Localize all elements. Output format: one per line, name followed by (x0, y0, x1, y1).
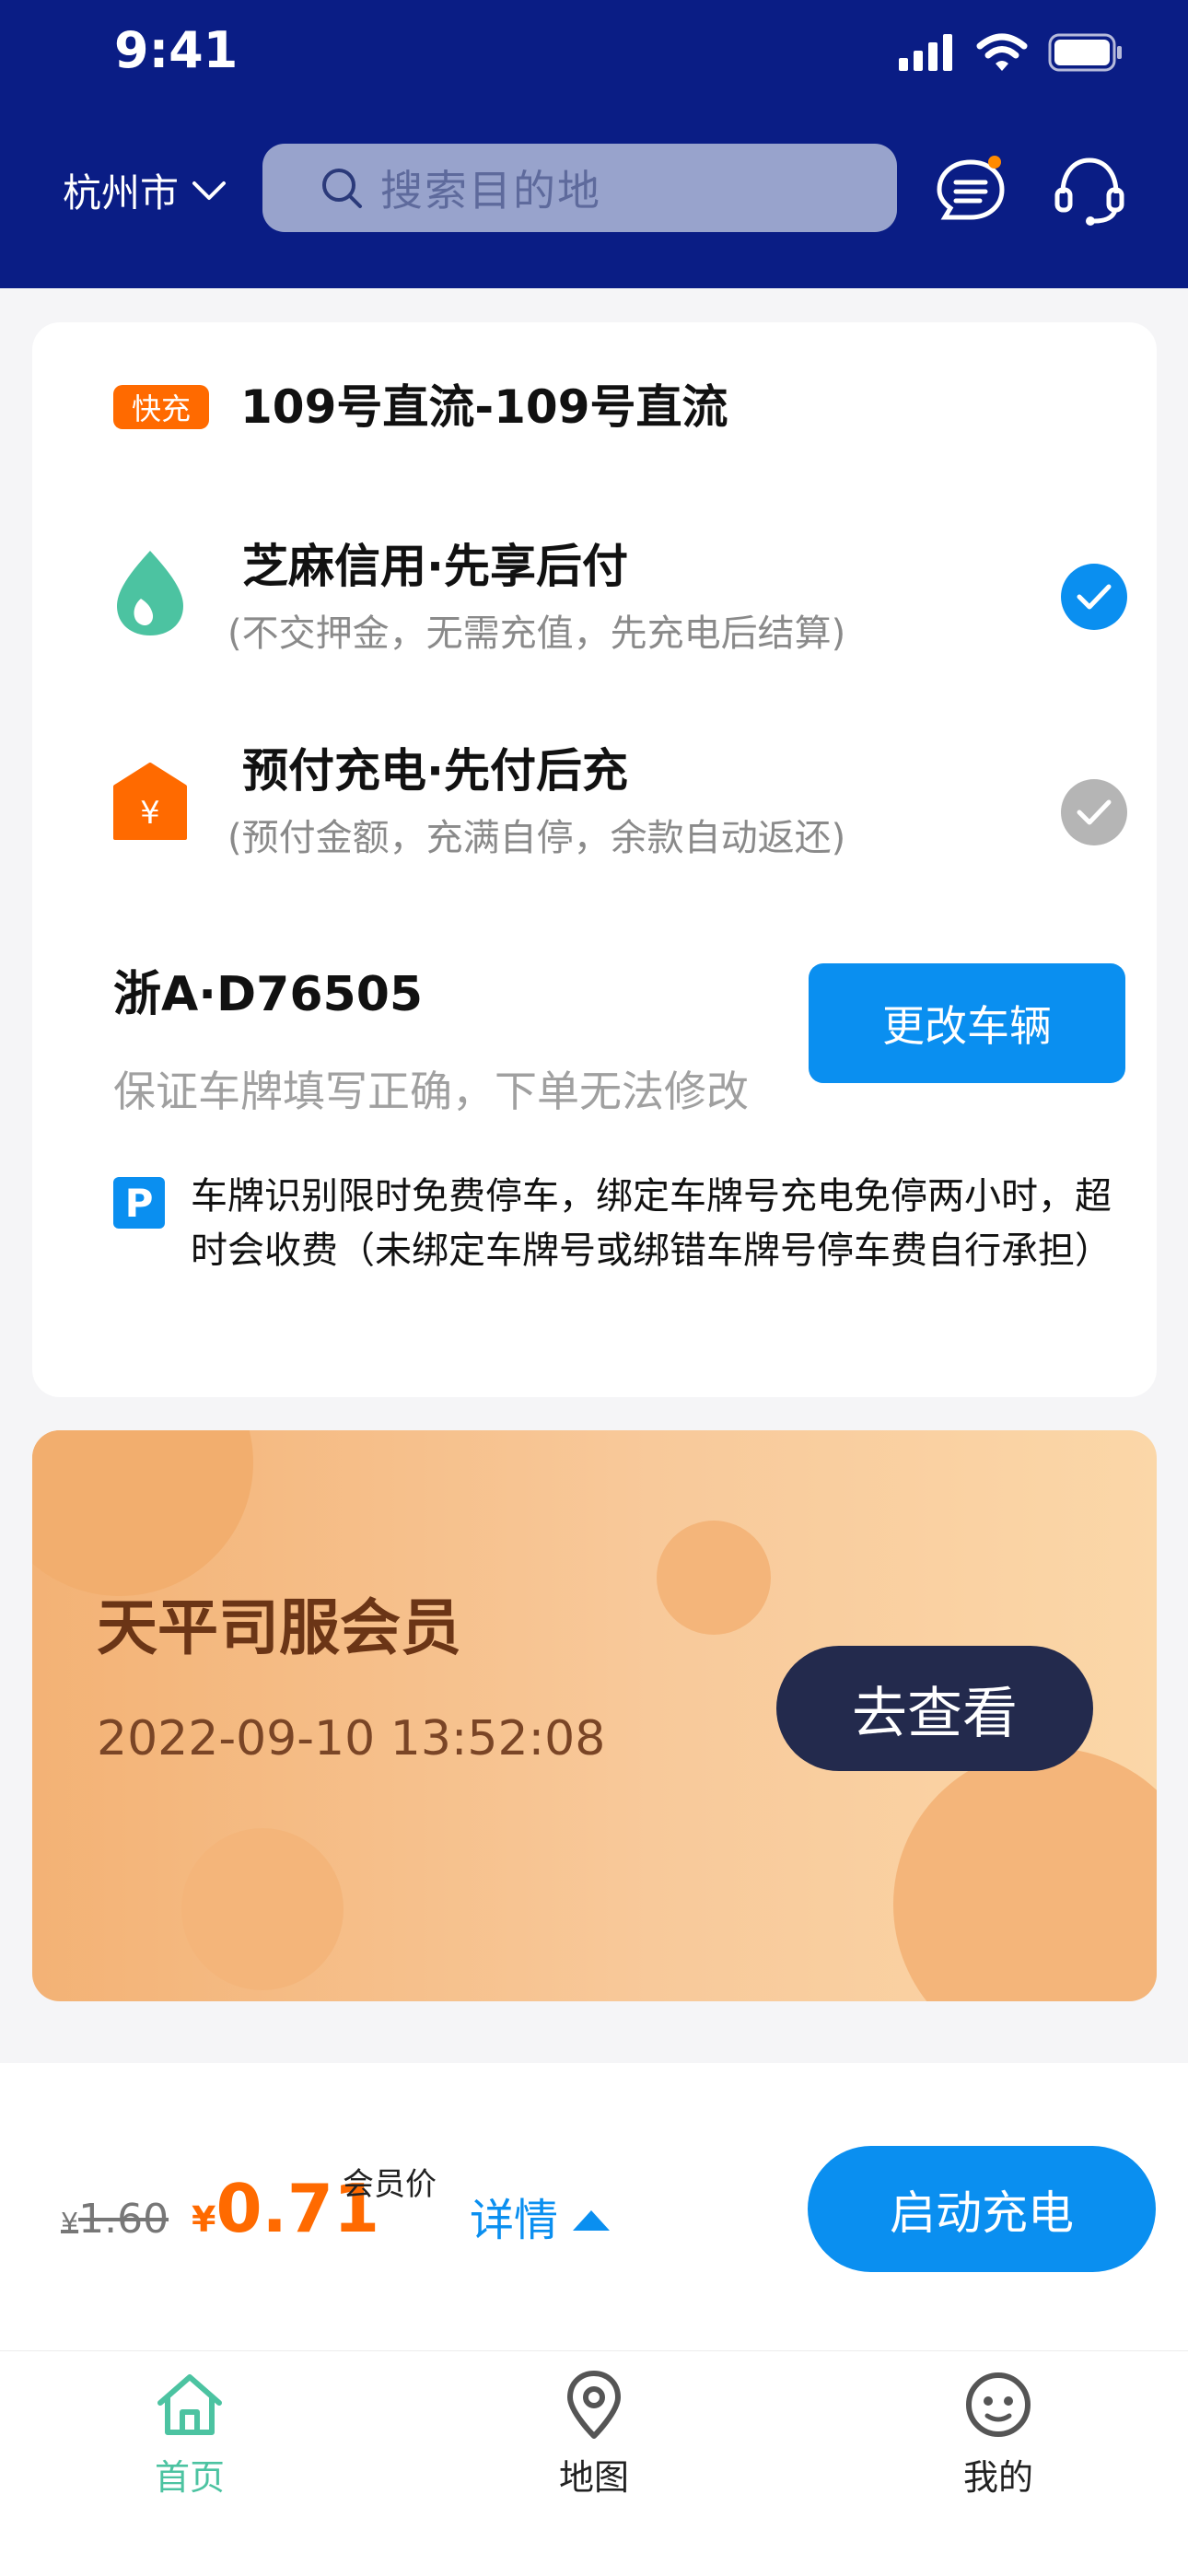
change-vehicle-button[interactable]: 更改车辆 (809, 963, 1125, 1083)
tab-label: 首页 (154, 2457, 225, 2498)
fast-charge-badge: 快充 (113, 385, 209, 429)
caret-up-icon (573, 2210, 611, 2231)
membership-banner[interactable]: 天平司服会员 2022-09-10 13:52:08 去查看 (32, 1430, 1157, 2001)
tab-map[interactable]: 地图 (502, 2368, 686, 2500)
payment-option-desc: (不交押金，无需充值，先充电后结算) (227, 612, 846, 655)
message-button[interactable] (934, 155, 1007, 228)
plate-hint: 保证车牌填写正确，下单无法修改 (113, 1067, 749, 1116)
message-icon (937, 156, 1005, 220)
sesame-credit-icon (117, 551, 183, 635)
profile-icon (966, 2372, 1031, 2437)
license-plate: 浙A·D76505 (113, 967, 424, 1022)
bottom-tab-bar: 首页 地图 我的 (0, 2350, 1188, 2576)
city-label: 杭州市 (63, 170, 180, 216)
chevron-down-icon (192, 181, 227, 200)
tab-home[interactable]: 首页 (98, 2368, 282, 2500)
parking-icon: P (113, 1177, 165, 1229)
customer-service-icon (1054, 157, 1124, 226)
membership-title: 天平司服会员 (97, 1592, 461, 1663)
prepaid-yen-icon: ¥ (113, 763, 187, 840)
payment-option-desc: (预付金额，充满自停，余款自动返还) (227, 817, 846, 859)
search-icon (320, 166, 364, 210)
charging-order-card: 快充 109号直流-109号直流 芝麻信用·先享后付 (不交押金，无需充值，先充… (32, 322, 1157, 1397)
membership-date: 2022-09-10 13:52:08 (97, 1711, 606, 1766)
wifi-icon (976, 33, 1028, 71)
tab-profile[interactable]: 我的 (906, 2368, 1090, 2500)
payment-option-title: 芝麻信用·先享后付 (242, 540, 628, 593)
member-price-currency: ¥ (192, 2199, 216, 2240)
selected-check-icon[interactable] (1061, 564, 1127, 630)
decor-circle (893, 1748, 1157, 2001)
decor-circle (32, 1430, 253, 1596)
view-membership-button[interactable]: 去查看 (776, 1646, 1093, 1771)
status-icons (899, 31, 1124, 74)
decor-circle (181, 1828, 344, 1990)
original-price-currency: ¥ (61, 2208, 79, 2240)
price-detail-toggle[interactable]: 详情 (470, 2188, 611, 2253)
tab-label: 我的 (962, 2457, 1033, 2498)
price-bar: ¥1.60 ¥0.71 会员价 详情 启动充电 (0, 2063, 1188, 2350)
station-name: 109号直流-109号直流 (240, 380, 728, 434)
start-charging-button[interactable]: 启动充电 (808, 2146, 1156, 2272)
customer-service-button[interactable] (1052, 153, 1127, 228)
decor-circle (657, 1521, 771, 1635)
cellular-signal-icon (899, 34, 952, 71)
battery-icon (1048, 33, 1122, 72)
home-icon (157, 2374, 222, 2435)
payment-option-title: 预付充电·先付后充 (242, 744, 628, 798)
detail-label: 详情 (470, 2195, 559, 2246)
search-input[interactable]: 搜索目的地 (262, 144, 897, 232)
status-time: 9:41 (114, 21, 239, 79)
top-header: 9:41 杭州市 搜索目的地 (0, 0, 1188, 288)
member-price-label: 会员价 (343, 2166, 437, 2203)
parking-note: 车牌识别限时免费停车，绑定车牌号充电免停两小时，超时会收费（未绑定车牌号或绑错车… (191, 1175, 1112, 1272)
svg-text:¥: ¥ (140, 795, 160, 832)
unselected-check-icon[interactable] (1061, 779, 1127, 845)
original-price-value: 1.60 (78, 2196, 169, 2243)
map-pin-icon (567, 2371, 621, 2439)
search-placeholder: 搜索目的地 (380, 166, 601, 216)
tab-label: 地图 (558, 2457, 629, 2498)
original-price: ¥1.60 (61, 2192, 169, 2252)
city-selector[interactable]: 杭州市 (63, 162, 227, 218)
